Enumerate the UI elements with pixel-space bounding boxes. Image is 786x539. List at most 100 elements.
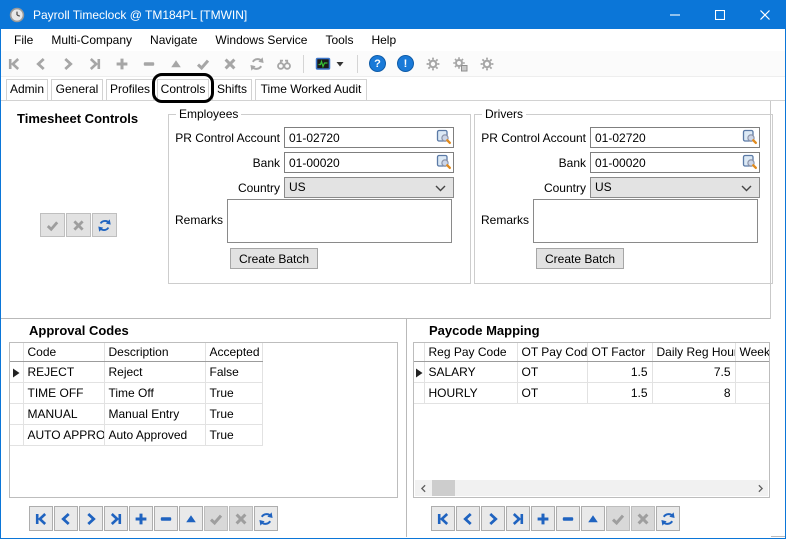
- cancel-edit-icon[interactable]: [222, 56, 238, 72]
- nav-prior-button[interactable]: [54, 506, 78, 531]
- tab-general[interactable]: General: [51, 79, 103, 100]
- nav-last-button[interactable]: [506, 506, 530, 531]
- first-record-icon[interactable]: [6, 56, 22, 72]
- cell-daily-reg-hour[interactable]: 8: [652, 383, 735, 404]
- insert-record-icon[interactable]: [114, 56, 130, 72]
- nav-refresh-button[interactable]: [656, 506, 680, 531]
- nav-delete-button[interactable]: [154, 506, 178, 531]
- menu-multi-company[interactable]: Multi-Company: [42, 29, 141, 51]
- employees-country-select[interactable]: US: [284, 177, 454, 198]
- help-icon[interactable]: ?: [369, 55, 386, 72]
- cell-code[interactable]: REJECT: [23, 362, 104, 383]
- service-gear2-icon[interactable]: [479, 56, 495, 72]
- cell-reg-pay-code[interactable]: SALARY: [424, 362, 517, 383]
- menu-windows-service[interactable]: Windows Service: [206, 29, 316, 51]
- lookup-icon[interactable]: [436, 154, 452, 170]
- menu-file[interactable]: File: [5, 29, 42, 51]
- tab-profiles[interactable]: Profiles: [106, 79, 154, 100]
- nav-delete-button[interactable]: [556, 506, 580, 531]
- nav-cancel-button[interactable]: [631, 506, 655, 531]
- drivers-country-select[interactable]: US: [590, 177, 760, 198]
- menu-help[interactable]: Help: [362, 29, 405, 51]
- employees-create-batch-button[interactable]: Create Batch: [230, 248, 318, 269]
- cell-ot-pay-code[interactable]: OT: [517, 362, 587, 383]
- drivers-create-batch-button[interactable]: Create Batch: [536, 248, 624, 269]
- scroll-right-button[interactable]: [752, 480, 768, 496]
- cell-description[interactable]: Auto Approved: [104, 425, 205, 446]
- cell-weekly[interactable]: [735, 383, 770, 404]
- nav-insert-button[interactable]: [531, 506, 555, 531]
- cell-description[interactable]: Manual Entry: [104, 404, 205, 425]
- tab-time-worked-audit[interactable]: Time Worked Audit: [255, 79, 367, 100]
- prior-record-icon[interactable]: [33, 56, 49, 72]
- post-button[interactable]: [40, 213, 65, 237]
- cell-accepted[interactable]: True: [205, 383, 262, 404]
- nav-edit-button[interactable]: [179, 506, 203, 531]
- nav-next-button[interactable]: [481, 506, 505, 531]
- nav-refresh-button[interactable]: [254, 506, 278, 531]
- tab-controls[interactable]: Controls: [157, 79, 209, 100]
- nav-insert-button[interactable]: [129, 506, 153, 531]
- search-binoculars-icon[interactable]: [276, 56, 292, 72]
- nav-prior-button[interactable]: [456, 506, 480, 531]
- lookup-icon[interactable]: [436, 129, 452, 145]
- lookup-icon[interactable]: [742, 129, 758, 145]
- cell-description[interactable]: Time Off: [104, 383, 205, 404]
- cell-ot-factor[interactable]: 1.5: [587, 383, 652, 404]
- drivers-remarks-field[interactable]: [533, 199, 758, 243]
- maximize-button[interactable]: [697, 1, 742, 29]
- tab-shifts[interactable]: Shifts: [212, 79, 252, 100]
- table-row[interactable]: TIME OFF Time Off True: [10, 383, 262, 404]
- nav-cancel-button[interactable]: [229, 506, 253, 531]
- cell-code[interactable]: AUTO APPROV: [23, 425, 104, 446]
- horizontal-scrollbar[interactable]: [415, 480, 768, 496]
- drivers-bank-field[interactable]: [590, 152, 760, 173]
- cell-accepted[interactable]: True: [205, 425, 262, 446]
- tab-admin[interactable]: Admin: [6, 79, 48, 100]
- table-row[interactable]: SALARY OT 1.5 7.5: [414, 362, 770, 383]
- table-row[interactable]: HOURLY OT 1.5 8: [414, 383, 770, 404]
- menu-tools[interactable]: Tools: [316, 29, 362, 51]
- nav-edit-button[interactable]: [581, 506, 605, 531]
- cell-accepted[interactable]: True: [205, 404, 262, 425]
- cell-accepted[interactable]: False: [205, 362, 262, 383]
- cell-weekly[interactable]: [735, 362, 770, 383]
- cell-code[interactable]: TIME OFF: [23, 383, 104, 404]
- close-button[interactable]: [742, 1, 786, 29]
- nav-first-button[interactable]: [431, 506, 455, 531]
- cell-ot-factor[interactable]: 1.5: [587, 362, 652, 383]
- info-icon[interactable]: !: [397, 55, 414, 72]
- post-edit-icon[interactable]: [195, 56, 211, 72]
- nav-next-button[interactable]: [79, 506, 103, 531]
- delete-record-icon[interactable]: [141, 56, 157, 72]
- next-record-icon[interactable]: [60, 56, 76, 72]
- cell-code[interactable]: MANUAL: [23, 404, 104, 425]
- cell-reg-pay-code[interactable]: HOURLY: [424, 383, 517, 404]
- employees-bank-field[interactable]: [284, 152, 454, 173]
- minimize-button[interactable]: [652, 1, 697, 29]
- table-row[interactable]: REJECT Reject False: [10, 362, 262, 383]
- drivers-pr-control-account-field[interactable]: [590, 127, 760, 148]
- scrollbar-thumb[interactable]: [432, 480, 455, 496]
- table-row[interactable]: MANUAL Manual Entry True: [10, 404, 262, 425]
- employees-remarks-field[interactable]: [227, 199, 452, 243]
- refresh-icon[interactable]: [249, 56, 265, 72]
- service-gear-save-icon[interactable]: [452, 56, 468, 72]
- edit-record-icon[interactable]: [168, 56, 184, 72]
- cell-description[interactable]: Reject: [104, 362, 205, 383]
- cell-ot-pay-code[interactable]: OT: [517, 383, 587, 404]
- nav-first-button[interactable]: [29, 506, 53, 531]
- table-row[interactable]: AUTO APPROV Auto Approved True: [10, 425, 262, 446]
- last-record-icon[interactable]: [87, 56, 103, 72]
- nav-last-button[interactable]: [104, 506, 128, 531]
- refresh-button[interactable]: [92, 213, 117, 237]
- employees-pr-control-account-field[interactable]: [284, 127, 454, 148]
- menu-navigate[interactable]: Navigate: [141, 29, 206, 51]
- service-gear-icon[interactable]: [425, 56, 441, 72]
- nav-post-button[interactable]: [204, 506, 228, 531]
- cell-daily-reg-hour[interactable]: 7.5: [652, 362, 735, 383]
- dropdown-arrow-icon[interactable]: [334, 58, 346, 70]
- terminal-monitor-icon[interactable]: [315, 56, 331, 72]
- scroll-left-button[interactable]: [415, 480, 431, 496]
- nav-post-button[interactable]: [606, 506, 630, 531]
